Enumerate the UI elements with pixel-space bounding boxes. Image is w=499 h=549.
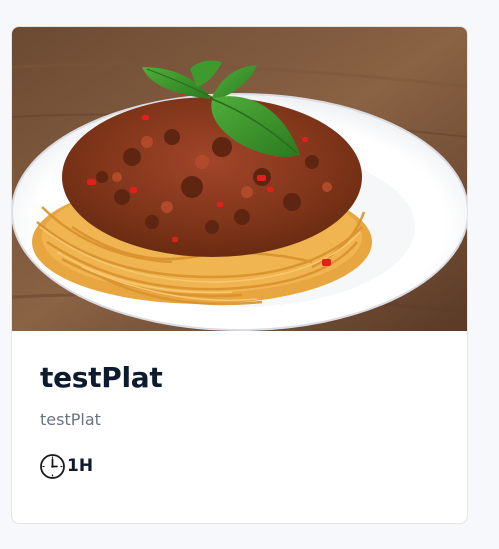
recipe-duration: 1H [39,452,93,480]
recipe-card[interactable]: testPlat testPlat 1H [11,26,468,524]
recipe-description: testPlat [40,410,101,429]
clock-icon [40,453,65,479]
duration-label: 1H [67,456,94,476]
recipe-title: testPlat [40,361,163,394]
recipe-photo [12,27,467,331]
